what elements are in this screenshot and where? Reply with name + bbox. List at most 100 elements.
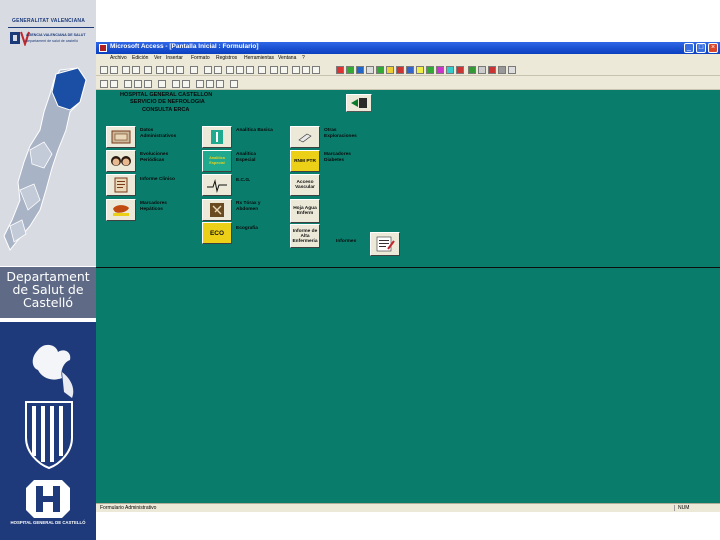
cut-icon[interactable] [156,66,164,74]
help-icon[interactable] [312,66,320,74]
marcadores-hepaticos-button[interactable] [106,199,136,221]
rnm-ptr-button[interactable]: RNM PTR [290,150,320,172]
tb2-new-icon[interactable] [206,80,214,88]
notebook-icon [298,133,312,143]
tb2-delete-icon[interactable] [216,80,224,88]
eco-button[interactable]: ECO [202,222,232,244]
test-tube-icon [211,130,223,144]
hospital-title: HOSPITAL GENERAL CASTELLON [120,92,213,98]
tool-book-icon[interactable] [396,66,404,74]
ecg-button[interactable] [202,174,232,196]
menu-help[interactable]: ? [302,55,305,61]
copy-icon[interactable] [166,66,174,74]
minimize-button[interactable]: _ [684,43,694,53]
exit-form-button[interactable] [346,94,372,112]
sidebar: GENERALITAT VALENCIANA AGENCIA VALENCIAN… [0,0,96,540]
tb2-filter-icon[interactable] [182,80,190,88]
menu-formato[interactable]: Formato [191,55,210,61]
filter-form-icon[interactable] [236,66,244,74]
tb2-cut-icon[interactable] [124,80,132,88]
tool-plus-icon[interactable] [426,66,434,74]
tb2-undo-icon[interactable] [158,80,166,88]
tb2-db-icon[interactable] [230,80,238,88]
delete-record-icon[interactable] [280,66,288,74]
tool-calc-icon[interactable] [446,66,454,74]
hoja-agua-button[interactable]: Hoja Agua Enferm [290,199,320,223]
sort-asc-icon[interactable] [204,66,212,74]
informe-clinico-button[interactable] [106,174,136,196]
rx-torax-button[interactable] [202,199,232,221]
tool-note-icon[interactable] [416,66,424,74]
ecg-label: E.C.G. [236,178,251,183]
tool-stop-icon[interactable] [488,66,496,74]
sort-desc-icon[interactable] [214,66,222,74]
department-label: Departament de Salut de Castelló [6,269,90,310]
tool-blue-icon[interactable] [356,66,364,74]
menu-registros[interactable]: Registros [216,55,237,61]
coat-of-arms-icon [25,344,74,470]
spelling-icon[interactable] [144,66,152,74]
tb2-paste-icon[interactable] [144,80,152,88]
tool-grid-icon[interactable] [366,66,374,74]
tb2-sort-icon[interactable] [172,80,180,88]
ecografia-label: Ecografia [236,226,258,231]
window-titlebar[interactable]: Microsoft Access - [Pantalla Inicial : F… [96,42,720,54]
tb2-copy-icon[interactable] [134,80,142,88]
informes-button[interactable] [370,232,400,256]
tool-green-icon[interactable] [346,66,354,74]
rx-torax-label: Rx Tórax y Abdomen [236,201,261,212]
tool-print2-icon[interactable] [498,66,506,74]
marcadores-diabetes-label: Marcadores Diabetes [324,152,351,163]
form-area: HOSPITAL GENERAL CASTELLON SERVICIO DE N… [96,90,720,503]
menu-edicion[interactable]: Edición [132,55,148,61]
menu-bar: Archivo Edición Ver Insertar Formato Reg… [96,54,720,63]
tb2-save-icon[interactable] [100,80,108,88]
print-icon[interactable] [122,66,130,74]
close-button[interactable]: × [708,43,718,53]
tool-close-icon[interactable] [508,66,516,74]
menu-insertar[interactable]: Insertar [166,55,183,61]
hospital-logo-icon [26,480,70,518]
otras-exploraciones-button[interactable] [290,126,320,148]
new-object-icon[interactable] [302,66,310,74]
new-record-icon[interactable] [270,66,278,74]
status-text: Formulario Administrativo [100,505,157,511]
tool-exit-icon[interactable] [456,66,464,74]
paste-icon[interactable] [176,66,184,74]
sidebar-bottom: HOSPITAL GENERAL DE CASTELLÓ [0,318,96,540]
menu-archivo[interactable]: Archivo [110,55,127,61]
org-title: GENERALITAT VALENCIANA [12,18,86,24]
acceso-vascular-button[interactable]: Acceso Vascular [290,174,320,196]
database-window-icon[interactable] [292,66,300,74]
undo-icon[interactable] [190,66,198,74]
tool-folder-icon[interactable] [386,66,394,74]
tool-chart-icon[interactable] [376,66,384,74]
tool-mag-icon[interactable] [436,66,444,74]
datos-admin-button[interactable] [106,126,136,148]
tb2-print-icon[interactable] [110,80,118,88]
menu-herramientas[interactable]: Herramientas [244,55,274,61]
agency-name: AGENCIA VALENCIANA DE SALUT [26,33,86,37]
evoluciones-button[interactable] [106,150,136,172]
tool-red-icon[interactable] [336,66,344,74]
tool-table-icon[interactable] [468,66,476,74]
find-icon[interactable] [258,66,266,74]
analitica-basica-label: Analitica Basica [236,128,273,133]
save-icon[interactable] [110,66,118,74]
second-toolbar [96,77,720,90]
maximize-button[interactable]: □ [696,43,706,53]
preview-icon[interactable] [132,66,140,74]
analitica-basica-button[interactable] [202,126,232,148]
tool-key-icon[interactable] [478,66,486,74]
exit-arrow-icon [351,98,367,108]
apply-filter-icon[interactable] [246,66,254,74]
view-icon[interactable] [100,66,108,74]
filter-icon[interactable] [226,66,234,74]
informe-alta-button[interactable]: Informe de Alta Enfermeria [290,224,320,248]
menu-ventana[interactable]: Ventana [278,55,296,61]
menu-ver[interactable]: Ver [154,55,162,61]
analitica-especial-button[interactable]: Analitica Especial [202,150,232,172]
hoja-agua-text: Hoja Agua Enferm [293,206,317,216]
tool-person-icon[interactable] [406,66,414,74]
tb2-find-icon[interactable] [196,80,204,88]
